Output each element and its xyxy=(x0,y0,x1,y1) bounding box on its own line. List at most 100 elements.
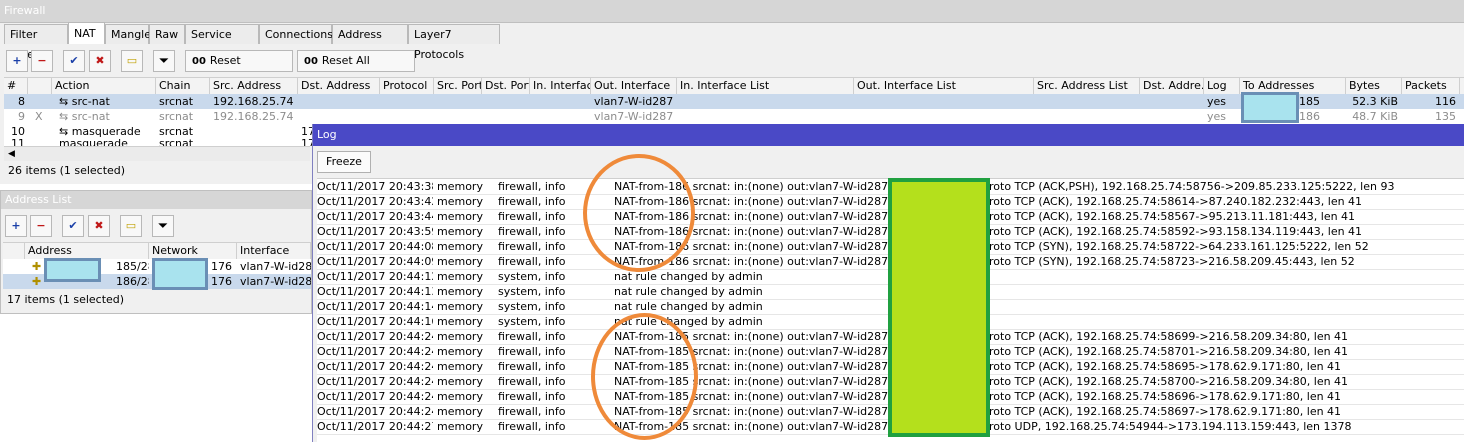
rule-bytes: 52.3 KiB xyxy=(1352,95,1398,108)
disable-x-icon[interactable]: ✖ xyxy=(89,50,111,72)
col-protocol[interactable]: Protocol xyxy=(380,78,434,94)
log-buffer: memory xyxy=(437,375,483,388)
rule-log: yes xyxy=(1207,95,1227,108)
address-value: 185/28 xyxy=(116,260,149,273)
log-topics: firewall, info xyxy=(498,330,566,343)
enable-check-icon[interactable]: ✔ xyxy=(62,215,84,237)
address-list-status: 17 items (1 selected) xyxy=(7,293,125,306)
address-value: 186/28 xyxy=(116,275,149,288)
log-message: nat rule changed by admin xyxy=(614,270,763,283)
log-time: Oct/11/2017 20:44:13 xyxy=(317,285,433,298)
log-buffer: memory xyxy=(437,345,483,358)
rule-action-label: src-nat xyxy=(71,110,110,123)
col-log[interactable]: Log xyxy=(1204,78,1240,94)
rule-chain: srcnat xyxy=(159,125,194,138)
remove-icon[interactable]: − xyxy=(31,50,53,72)
col-in-interface-list[interactable]: In. Interface List xyxy=(677,78,854,94)
tab-raw[interactable]: Raw xyxy=(149,24,185,44)
col-src-port[interactable]: Src. Port xyxy=(434,78,482,94)
table-row[interactable]: 11 masquerade srcnat 17 xyxy=(4,139,314,146)
rule-chain: srcnat xyxy=(159,139,194,146)
log-message-tail: roto TCP (ACK,PSH), 192.168.25.74:58756-… xyxy=(989,180,1395,193)
comment-icon[interactable]: ▭ xyxy=(121,50,143,72)
tab-nat[interactable]: NAT xyxy=(68,22,105,44)
log-message-tail: roto TCP (SYN), 192.168.25.74:58722->64.… xyxy=(989,240,1369,253)
log-time: Oct/11/2017 20:43:44 xyxy=(317,210,433,223)
log-message: nat rule changed by admin xyxy=(614,285,763,298)
log-buffer: memory xyxy=(437,405,483,418)
log-buffer: memory xyxy=(437,180,483,193)
col-packets[interactable]: Packets xyxy=(1402,78,1460,94)
remove-icon[interactable]: − xyxy=(30,215,52,237)
enable-check-icon[interactable]: ✔ xyxy=(63,50,85,72)
col-out-interface[interactable]: Out. Interface xyxy=(591,78,677,94)
log-time: Oct/11/2017 20:44:24 xyxy=(317,375,433,388)
rule-packets: 135 xyxy=(1435,110,1456,123)
tab-address-lists[interactable]: Address Lists xyxy=(332,24,408,61)
log-topics: system, info xyxy=(498,315,566,328)
rule-number: 11 xyxy=(11,139,25,146)
comment-icon[interactable]: ▭ xyxy=(120,215,142,237)
tab-mangle[interactable]: Mangle xyxy=(105,24,151,44)
log-time: Oct/11/2017 20:43:38 xyxy=(317,180,433,193)
col-dst-port[interactable]: Dst. Port xyxy=(482,78,530,94)
tab-filter-rules[interactable]: Filter Rules xyxy=(4,24,68,61)
col-address[interactable]: Address xyxy=(25,243,149,259)
address-list-window: Address List + − ✔ ✖ ▭ ⏷ Address Network… xyxy=(0,190,312,314)
freeze-button[interactable]: Freeze xyxy=(317,151,371,173)
log-topics: firewall, info xyxy=(498,420,566,433)
tab-service-ports[interactable]: Service Ports xyxy=(185,24,259,61)
col-network[interactable]: Network xyxy=(149,243,237,259)
log-topics: system, info xyxy=(498,300,566,313)
table-row[interactable]: 10 ⇆ masquerade srcnat 17 xyxy=(4,124,314,139)
log-buffer: memory xyxy=(437,225,483,238)
log-time: Oct/11/2017 20:43:42 xyxy=(317,195,433,208)
col-src-address-list[interactable]: Src. Address List xyxy=(1034,78,1140,94)
log-time: Oct/11/2017 20:44:24 xyxy=(317,345,433,358)
col-bytes[interactable]: Bytes xyxy=(1346,78,1402,94)
scroll-left-icon[interactable]: ◀ xyxy=(8,147,15,161)
col-interface[interactable]: Interface xyxy=(237,243,311,259)
log-buffer: memory xyxy=(437,285,483,298)
col-flag[interactable] xyxy=(3,243,25,259)
col-chain[interactable]: Chain xyxy=(156,78,210,94)
log-buffer: memory xyxy=(437,255,483,268)
reset-all-counters-button[interactable]: 00Reset All Counters xyxy=(297,50,415,88)
col-flag[interactable] xyxy=(28,78,52,94)
log-message-tail: roto TCP (ACK), 192.168.25.74:58699->216… xyxy=(989,330,1349,343)
col-action[interactable]: Action xyxy=(52,78,156,94)
log-time: Oct/11/2017 20:44:24 xyxy=(317,405,433,418)
reset-counters-button[interactable]: 00Reset Counters xyxy=(185,50,293,88)
filter-icon[interactable]: ⏷ xyxy=(153,50,175,72)
nat-status: 26 items (1 selected) xyxy=(8,164,126,177)
log-message-tail: roto TCP (ACK), 192.168.25.74:58697->178… xyxy=(989,405,1342,418)
log-time: Oct/11/2017 20:44:14 xyxy=(317,300,433,313)
nat-toolbar: + − ✔ ✖ ▭ ⏷ 00Reset Counters 00Reset All… xyxy=(6,50,426,88)
rule-action: ⇆ src-nat xyxy=(56,109,156,124)
tab-layer7-protocols[interactable]: Layer7 Protocols xyxy=(408,24,500,61)
masquerade-icon: ⇆ xyxy=(59,125,72,138)
log-message-tail: roto TCP (ACK), 192.168.25.74:58696->178… xyxy=(989,390,1342,403)
horizontal-scrollbar[interactable]: ◀ xyxy=(4,146,310,161)
firewall-title: Firewall xyxy=(4,4,46,17)
col-number[interactable]: # xyxy=(4,78,28,94)
tab-connections[interactable]: Connections xyxy=(259,24,333,44)
log-topics: firewall, info xyxy=(498,345,566,358)
col-src-address[interactable]: Src. Address xyxy=(210,78,298,94)
col-dst-address-list[interactable]: Dst. Addre... xyxy=(1140,78,1204,94)
disable-x-icon[interactable]: ✖ xyxy=(88,215,110,237)
filter-icon[interactable]: ⏷ xyxy=(152,215,174,237)
log-buffer: memory xyxy=(437,300,483,313)
log-buffer: memory xyxy=(437,390,483,403)
rule-out-interface: vlan7-W-id287 xyxy=(594,110,674,123)
rule-bytes: 48.7 KiB xyxy=(1352,110,1398,123)
add-icon[interactable]: + xyxy=(6,50,28,72)
add-icon[interactable]: + xyxy=(5,215,27,237)
log-topics: firewall, info xyxy=(498,405,566,418)
col-dst-address[interactable]: Dst. Address xyxy=(298,78,380,94)
rule-to-address: 185 xyxy=(1299,95,1320,108)
col-in-interface[interactable]: In. Interface xyxy=(530,78,591,94)
log-time: Oct/11/2017 20:44:27 xyxy=(317,420,433,433)
col-out-interface-list[interactable]: Out. Interface List xyxy=(854,78,1034,94)
network-value: 176 xyxy=(211,260,232,273)
